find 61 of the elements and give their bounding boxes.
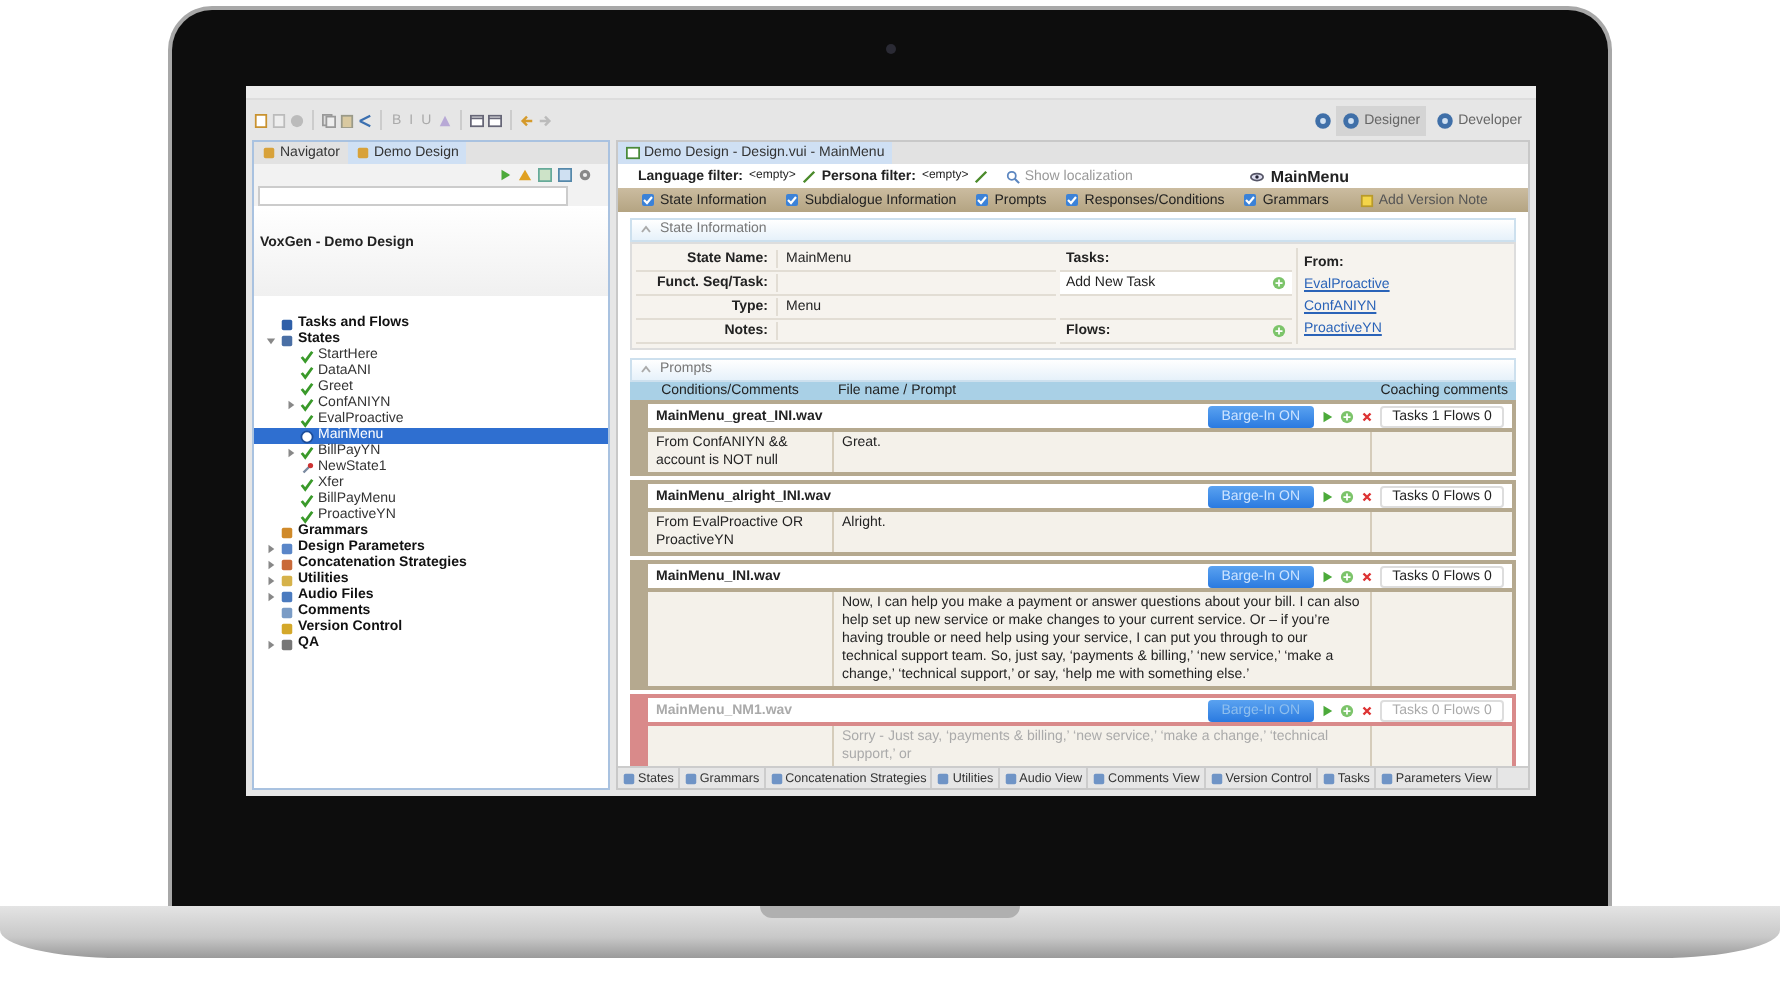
window-icon[interactable] [487, 113, 502, 127]
note-icon [1360, 193, 1375, 207]
search-field[interactable] [258, 185, 568, 205]
check-icon [300, 445, 314, 459]
view-icon [262, 146, 276, 160]
expand-arrow-icon[interactable] [266, 575, 276, 585]
wrench-icon [300, 461, 314, 475]
color-icon[interactable] [437, 113, 452, 127]
view-icon [1209, 771, 1224, 785]
caret-icon [640, 224, 652, 236]
drag-handle[interactable] [634, 404, 648, 472]
gear-icon[interactable] [578, 167, 592, 181]
view-icon [1003, 771, 1018, 785]
delete-icon[interactable] [1360, 569, 1374, 583]
back-arrow-icon[interactable] [519, 113, 534, 127]
play-icon[interactable] [1320, 569, 1334, 583]
checkbox[interactable] [642, 194, 654, 206]
expand-arrow-icon[interactable] [286, 399, 296, 409]
view-icon [769, 771, 784, 785]
grid-icon[interactable] [538, 167, 552, 181]
view-icon [936, 771, 951, 785]
add-icon[interactable] [1340, 409, 1354, 423]
view-icon [1321, 771, 1336, 785]
expand-arrow-icon[interactable] [266, 559, 276, 569]
eye-icon [1250, 169, 1265, 183]
checkbox[interactable] [1066, 194, 1079, 206]
expand-arrow-icon[interactable] [286, 447, 296, 457]
delete-icon[interactable] [1360, 409, 1374, 423]
caret-icon [640, 364, 652, 376]
play-icon[interactable] [1320, 489, 1334, 503]
state-icon [300, 429, 314, 443]
checkbox[interactable] [786, 194, 799, 206]
add-icon[interactable] [1340, 489, 1354, 503]
view-icon [683, 771, 698, 785]
expand-arrow-icon[interactable] [266, 639, 276, 649]
view-icon [1379, 771, 1394, 785]
drag-handle[interactable] [634, 564, 648, 686]
document-icon[interactable] [272, 113, 286, 127]
view-icon [1092, 771, 1107, 785]
collapse-arrow-icon[interactable] [266, 335, 276, 345]
add-icon[interactable] [1340, 569, 1354, 583]
camera-lens [886, 43, 896, 53]
clipboard-icon[interactable] [340, 113, 354, 127]
state-title: MainMenu [1270, 167, 1350, 185]
checkbox[interactable] [976, 194, 989, 206]
window-icon[interactable] [469, 113, 484, 127]
play-icon[interactable] [1320, 409, 1334, 423]
add-icon[interactable] [1272, 324, 1286, 338]
add-icon[interactable] [1272, 276, 1286, 290]
drag-handle[interactable] [634, 484, 648, 552]
copy-icon[interactable] [322, 113, 336, 127]
view-icon [355, 146, 370, 160]
expand-arrow-icon[interactable] [266, 591, 276, 601]
delete-icon[interactable] [1360, 489, 1374, 503]
file-icon [626, 146, 640, 160]
new-document-icon[interactable] [254, 113, 268, 127]
expand-arrow-icon[interactable] [266, 543, 276, 553]
table-icon[interactable] [558, 167, 572, 181]
view-icon [622, 771, 636, 785]
forward-arrow-icon[interactable] [537, 113, 552, 127]
checkbox[interactable] [1244, 194, 1257, 206]
